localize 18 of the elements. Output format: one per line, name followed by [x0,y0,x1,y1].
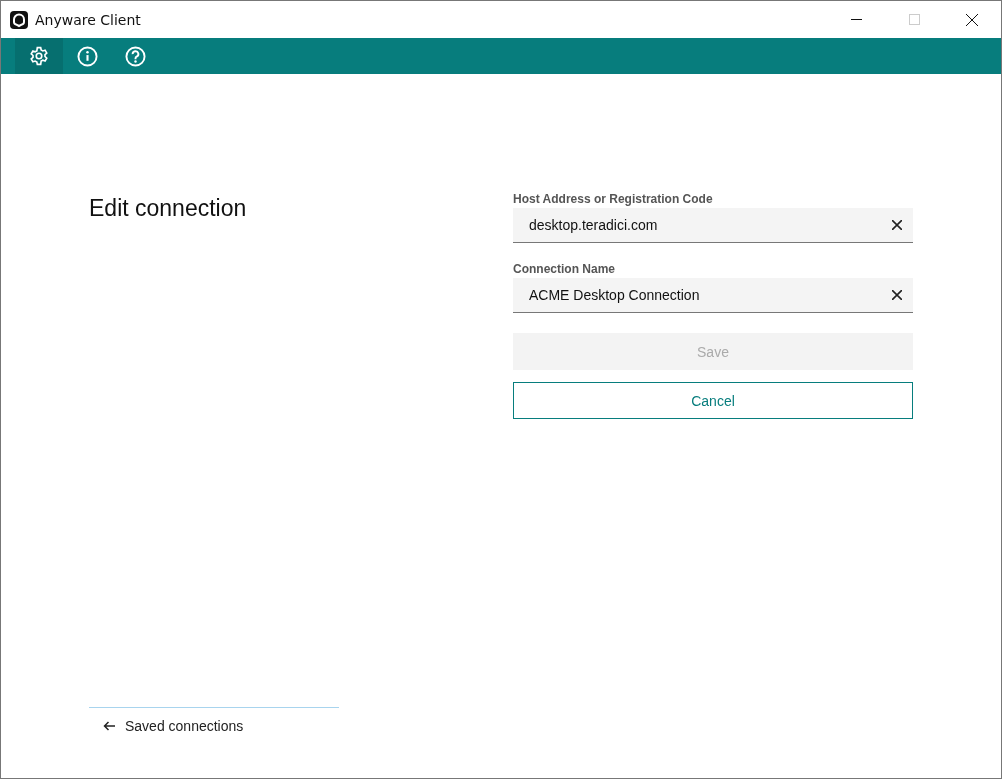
info-icon [76,45,98,67]
cancel-button[interactable]: Cancel [513,382,913,419]
page-heading: Edit connection [89,195,248,223]
input-field[interactable]: desktop.teradici.com [513,208,913,243]
settings-icon [29,46,49,66]
window-title: Anyware Client [35,11,141,28]
left-arrow-icon [103,721,115,731]
input-field[interactable]: ACME Desktop Connection [513,278,913,313]
clear-icon[interactable] [892,220,902,230]
help-icon [124,45,146,67]
clear-icon[interactable] [892,290,902,300]
app-logo-icon [10,10,28,29]
settings-button[interactable] [15,38,63,74]
back-link[interactable]: Saved connections [89,718,244,734]
maximize-icon [908,14,920,25]
field-label: Host Address or Registration Code [513,192,714,206]
field-label: Connection Name [513,262,616,276]
close-icon [966,13,978,26]
